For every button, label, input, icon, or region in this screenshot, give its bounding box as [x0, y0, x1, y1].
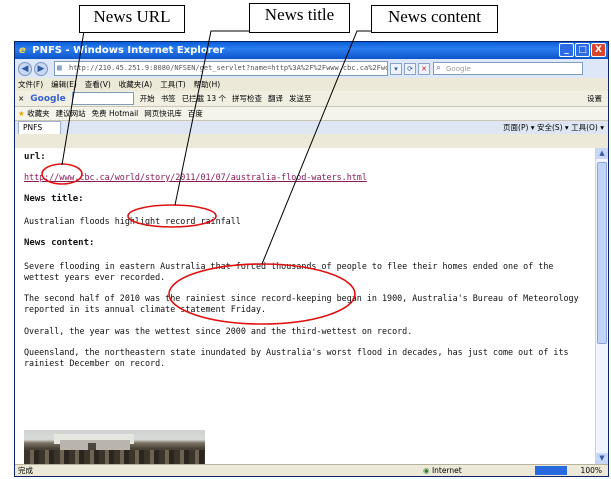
star-icon: ★ — [18, 109, 25, 118]
close-toolbar-icon[interactable]: × — [18, 94, 24, 103]
search-input[interactable]: Google — [433, 62, 583, 75]
menu-bar: 文件(F) 编辑(E) 查看(V) 收藏夹(A) 工具(T) 帮助(H) — [15, 78, 608, 91]
tab-pnfs[interactable]: PNFS — [18, 121, 62, 134]
menu-favorites[interactable]: 收藏夹(A) — [119, 78, 152, 91]
google-toolbar: × Google 开始 书签 已拦截 13 个 拼写检查 翻译 发送至 设置 — [15, 91, 608, 107]
page-content: url: http://www.cbc.ca/world/story/2011/… — [15, 148, 596, 464]
news-title-callout: News title — [249, 3, 350, 33]
favorites-button[interactable]: ★ 收藏夹 — [18, 107, 50, 120]
address-bar[interactable]: http://210.45.251.9:8080/NFSEN/get_servl… — [54, 61, 388, 76]
favorites-label: 收藏夹 — [27, 109, 50, 118]
title-bar: e PNFS - Windows Internet Explorer _ □ X — [15, 42, 608, 59]
title-label: News title: — [24, 194, 84, 204]
menu-view[interactable]: 查看(V) — [85, 78, 111, 91]
browser-window: e PNFS - Windows Internet Explorer _ □ X… — [14, 41, 609, 477]
command-bar[interactable]: 页面(P) ▾ 安全(S) ▾ 工具(O) ▾ — [503, 121, 604, 134]
window-title: PNFS - Windows Internet Explorer — [32, 45, 225, 56]
menu-edit[interactable]: 编辑(E) — [51, 78, 77, 91]
fav-suggested-sites[interactable]: 建议网站 — [56, 107, 86, 120]
content-label: News content: — [24, 238, 95, 248]
toolbar-send-to[interactable]: 发送至 — [289, 93, 312, 104]
address-row: ◀ ▶ http://210.45.251.9:8080/NFSEN/get_s… — [15, 59, 608, 78]
menu-file[interactable]: 文件(F) — [18, 78, 43, 91]
scroll-down-icon[interactable]: ▼ — [596, 453, 608, 464]
news-content-callout: News content — [371, 5, 498, 33]
toolbar-translate[interactable]: 翻译 — [268, 93, 283, 104]
menu-help[interactable]: 帮助(H) — [194, 78, 221, 91]
content-paragraph-2: The second half of 2010 was the rainiest… — [24, 293, 579, 314]
zone-label: Internet — [431, 466, 462, 475]
status-text: 完成 — [18, 466, 33, 475]
vertical-scrollbar[interactable]: ▲ ▼ — [595, 148, 608, 464]
toolbar-spellcheck[interactable]: 拼写检查 — [232, 93, 262, 104]
menu-tools[interactable]: 工具(T) — [160, 78, 185, 91]
fav-hotmail[interactable]: 免费 Hotmail — [92, 107, 139, 120]
ie-logo-icon: e — [19, 45, 26, 56]
scroll-up-icon[interactable]: ▲ — [596, 148, 608, 159]
globe-icon: ◉ — [423, 466, 430, 475]
fav-baidu[interactable]: 百度 — [188, 107, 203, 120]
refresh-icon[interactable]: ⟳ — [404, 62, 416, 75]
toolbar-start[interactable]: 开始 — [140, 93, 155, 104]
zoom-level[interactable]: 100% — [581, 465, 602, 476]
favorites-bar: ★ 收藏夹 建议网站 免费 Hotmail 网页快讯库 百度 — [15, 107, 608, 121]
content-paragraph-1: Severe flooding in eastern Australia tha… — [24, 261, 554, 282]
dropdown-icon[interactable]: ▾ — [390, 62, 402, 75]
url-label: url: — [24, 152, 46, 162]
google-search-input[interactable] — [71, 92, 134, 105]
toolbar-blocked[interactable]: 已拦截 13 个 — [182, 93, 226, 104]
news-photo — [24, 430, 205, 464]
status-bar: 完成 ◉ Internet 100% — [15, 464, 608, 476]
tab-bar: PNFS 页面(P) ▾ 安全(S) ▾ 工具(O) ▾ — [15, 121, 608, 134]
scroll-thumb[interactable] — [597, 162, 607, 344]
google-logo: Google — [30, 93, 66, 104]
taskbar-tray — [535, 466, 567, 475]
minimize-button[interactable]: _ — [559, 43, 574, 57]
back-button[interactable]: ◀ — [18, 61, 32, 76]
security-zone: ◉ Internet — [423, 465, 462, 476]
toolbar-bookmarks[interactable]: 书签 — [161, 93, 176, 104]
fav-web-slices[interactable]: 网页快讯库 — [144, 107, 182, 120]
content-paragraph-3: Overall, the year was the wettest since … — [24, 326, 413, 336]
news-url-callout: News URL — [79, 5, 185, 33]
content-paragraph-4: Queensland, the northeastern state inund… — [24, 347, 569, 368]
close-button[interactable]: X — [591, 43, 606, 57]
news-url-link[interactable]: http://www.cbc.ca/world/story/2011/01/07… — [24, 172, 586, 183]
news-title: Australian floods highlight record rainf… — [24, 216, 241, 226]
toolbar-settings[interactable]: 设置 — [587, 93, 602, 104]
maximize-button[interactable]: □ — [575, 43, 590, 57]
forward-button[interactable]: ▶ — [34, 61, 48, 76]
stop-icon[interactable]: ✕ — [418, 62, 430, 75]
